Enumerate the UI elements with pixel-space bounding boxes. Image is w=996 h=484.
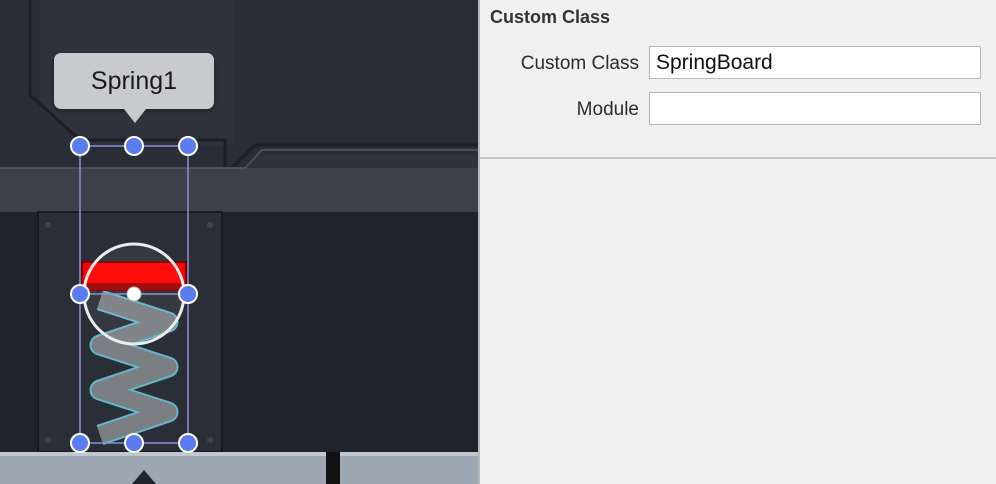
rivet [207,222,213,228]
section-title: Custom Class [490,7,611,27]
custom-class-label: Custom Class [520,53,639,74]
resize-handle-right[interactable] [178,284,198,304]
rivet [45,437,51,443]
resize-handle-left[interactable] [70,284,90,304]
resize-handle-top[interactable] [124,136,144,156]
rivet [207,437,213,443]
node-name-label: Spring1 [90,67,178,95]
resize-handle-bottom-left[interactable] [70,433,90,453]
custom-class-field[interactable] [649,46,981,79]
floor-post [326,452,340,484]
resize-handle-top-left[interactable] [70,136,90,156]
rivet [45,222,51,228]
resize-handle-bottom[interactable] [124,433,144,453]
anchor-point-handle[interactable] [126,286,142,302]
section-separator [480,157,996,159]
scene-editor[interactable]: Spring1 [0,0,478,484]
floor-edge [0,452,478,456]
node-name-tooltip: Spring1 [54,53,214,123]
resize-handle-bottom-right[interactable] [178,433,198,453]
resize-handle-top-right[interactable] [178,136,198,156]
module-field[interactable] [649,92,981,125]
custom-class-inspector: Custom Class Custom Class Module [480,0,996,484]
module-label: Module [576,99,639,120]
floor [0,452,478,484]
wall-ledge [0,168,478,212]
